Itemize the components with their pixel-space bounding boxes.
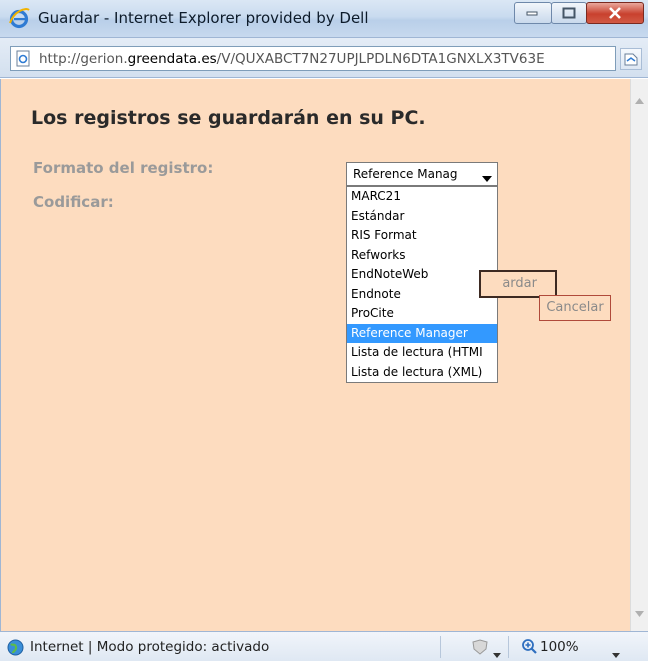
save-button-label: ardar [502, 276, 537, 291]
url-field[interactable]: http://gerion.greendata.es/V/QUXABCT7N27… [10, 46, 616, 71]
format-option[interactable]: Lista de lectura (XML) [347, 363, 497, 383]
compatibility-view-icon[interactable] [620, 48, 642, 70]
globe-icon [7, 639, 24, 660]
cancel-button[interactable]: Cancelar [539, 295, 611, 321]
format-option[interactable]: EndNoteWeb [347, 265, 497, 285]
vertical-scrollbar[interactable] [630, 79, 648, 631]
maximize-button[interactable] [551, 2, 587, 24]
chevron-down-icon[interactable] [493, 643, 501, 661]
status-bar: Internet | Modo protegido: activado 100% [0, 631, 648, 661]
format-select[interactable]: Reference Manag [346, 162, 498, 186]
page-title: Los registros se guardarán en su PC. [31, 107, 426, 129]
status-divider [508, 636, 509, 658]
security-zone-text: Internet | Modo protegido: activado [30, 639, 270, 655]
format-select-value: Reference Manag [353, 167, 458, 181]
encode-label: Codificar: [33, 193, 114, 211]
format-option[interactable]: MARC21 [347, 187, 497, 207]
format-option-selected[interactable]: Reference Manager [347, 323, 497, 343]
zoom-icon[interactable] [521, 638, 538, 659]
url-text: http://gerion.greendata.es/V/QUXABCT7N27… [39, 51, 545, 67]
internet-explorer-icon [8, 7, 30, 29]
protected-mode-icon[interactable] [470, 639, 490, 659]
page-icon [15, 50, 32, 67]
address-bar: http://gerion.greendata.es/V/QUXABCT7N27… [0, 38, 648, 78]
format-label: Formato del registro: [33, 159, 214, 177]
format-option[interactable]: Endnote [347, 285, 497, 305]
scroll-down-icon[interactable] [635, 602, 644, 621]
chevron-down-icon[interactable] [612, 643, 620, 661]
format-option[interactable]: Refworks [347, 246, 497, 266]
format-options-list: MARC21 Estándar RIS Format Refworks EndN… [346, 186, 498, 383]
zoom-level: 100% [540, 639, 579, 655]
window-title: Guardar - Internet Explorer provided by … [38, 9, 369, 27]
format-option[interactable]: RIS Format [347, 226, 497, 246]
format-option[interactable]: Lista de lectura (HTMI [347, 343, 497, 363]
page-content: Los registros se guardarán en su PC. For… [0, 79, 630, 631]
format-option[interactable]: ProCite [347, 304, 497, 324]
scroll-up-icon[interactable] [635, 89, 644, 108]
minimize-button[interactable] [514, 2, 552, 24]
format-option[interactable]: Estándar [347, 207, 497, 227]
status-divider [440, 636, 441, 658]
save-button[interactable]: ardar [479, 270, 557, 298]
title-bar: Guardar - Internet Explorer provided by … [0, 0, 648, 38]
close-button[interactable] [586, 2, 644, 24]
